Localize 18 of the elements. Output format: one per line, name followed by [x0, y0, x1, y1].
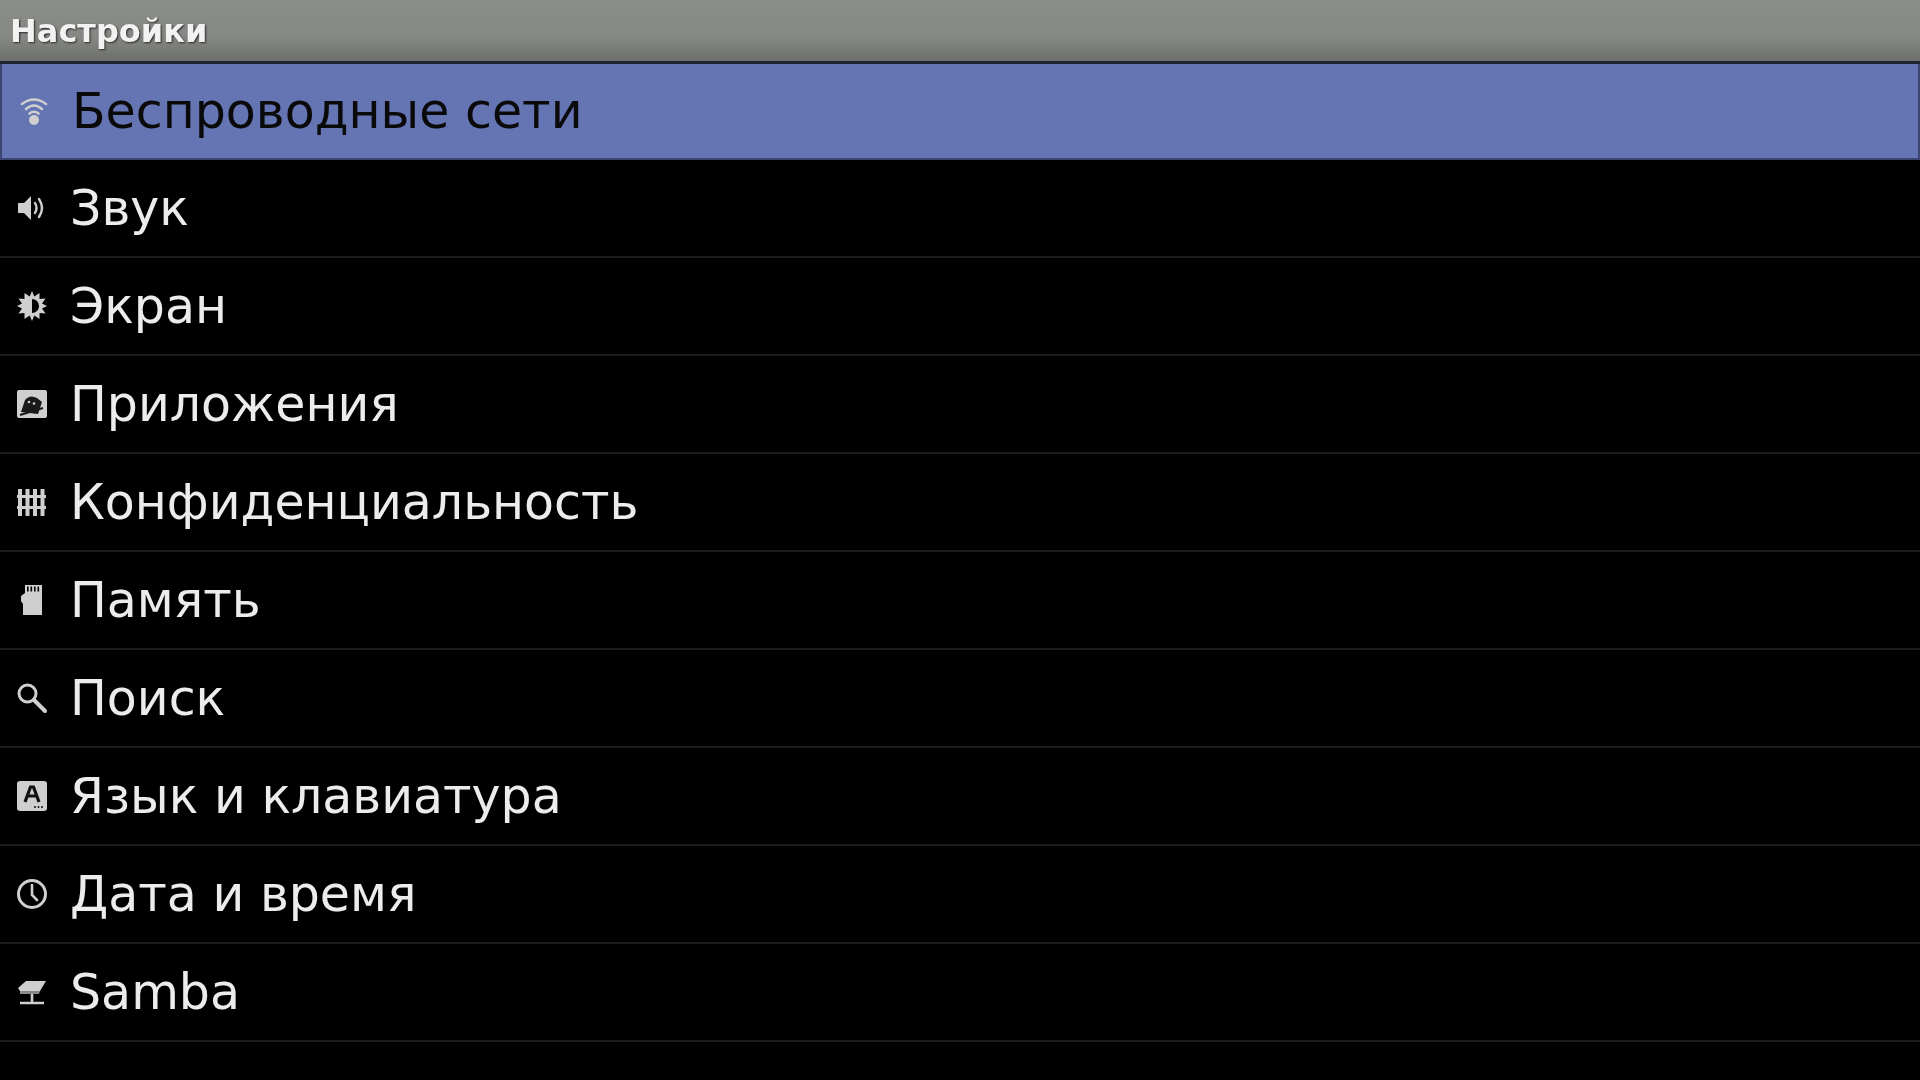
fence-icon	[16, 486, 48, 518]
settings-item[interactable]: Память	[0, 552, 1920, 650]
clock-icon	[16, 878, 48, 910]
settings-item[interactable]: Приложения	[0, 356, 1920, 454]
keyboard-key-icon	[16, 780, 48, 812]
settings-item[interactable]: Поиск	[0, 650, 1920, 748]
settings-item[interactable]: Samba	[0, 944, 1920, 1042]
settings-item[interactable]: Звук	[0, 160, 1920, 258]
screen-title: Настройки	[10, 11, 208, 50]
settings-item[interactable]: Экран	[0, 258, 1920, 356]
picture-tile-icon	[16, 388, 48, 420]
settings-item[interactable]: Беспроводные сети	[0, 64, 1920, 160]
search-icon	[16, 682, 48, 714]
settings-item[interactable]: Дата и время	[0, 846, 1920, 944]
wifi-icon	[18, 95, 50, 127]
settings-item[interactable]: Язык и клавиатура	[0, 748, 1920, 846]
settings-item[interactable]: Конфиденциальность	[0, 454, 1920, 552]
brightness-icon	[16, 290, 48, 322]
